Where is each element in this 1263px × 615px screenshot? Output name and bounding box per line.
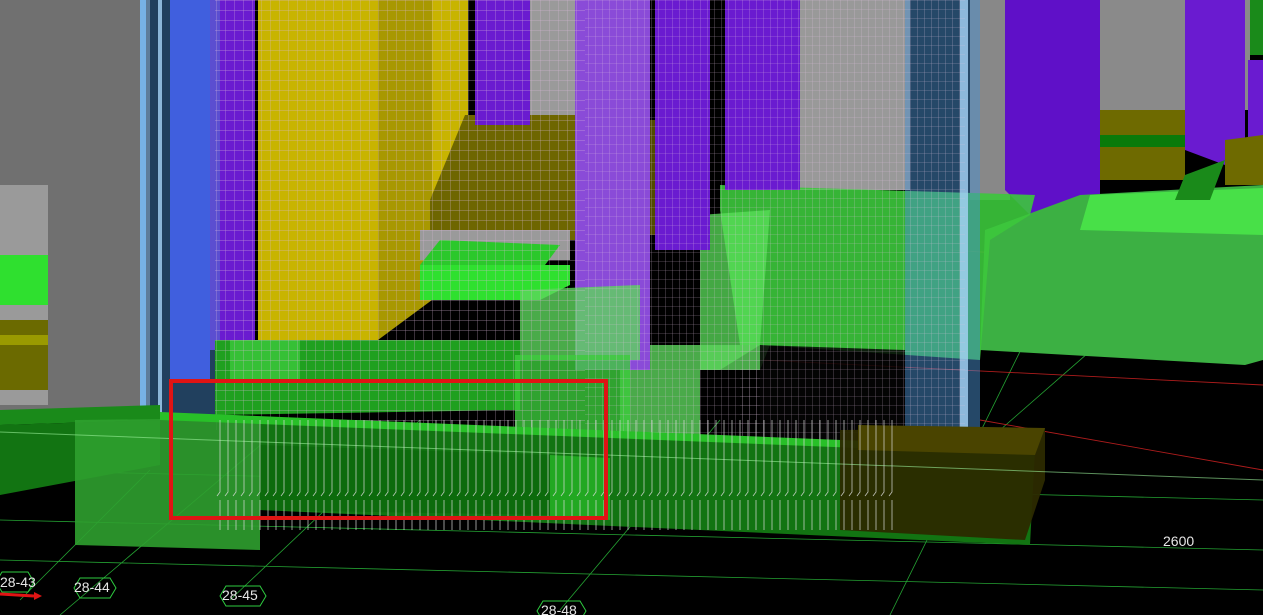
axis-arrow-head xyxy=(34,592,42,600)
mesh-grid-left xyxy=(215,0,585,430)
grid-label-28-44: 28-44 xyxy=(74,579,110,595)
dimension-label: 2600 xyxy=(1163,533,1195,549)
blue-glass-frame-left xyxy=(140,0,220,420)
rebar-hoops xyxy=(215,420,895,530)
grid-label-28-43: 28-43 xyxy=(0,574,36,590)
grid-label-28-45: 28-45 xyxy=(222,587,258,603)
grid-label-28-48: 28-48 xyxy=(541,602,577,615)
axis-arrow xyxy=(0,592,35,598)
right-purple-columns xyxy=(1005,0,1263,215)
3d-scene[interactable] xyxy=(0,0,1263,615)
3d-model-viewport[interactable]: 28-43 28-44 28-45 28-48 2600 xyxy=(0,0,1263,615)
left-grey-wall xyxy=(0,0,150,420)
